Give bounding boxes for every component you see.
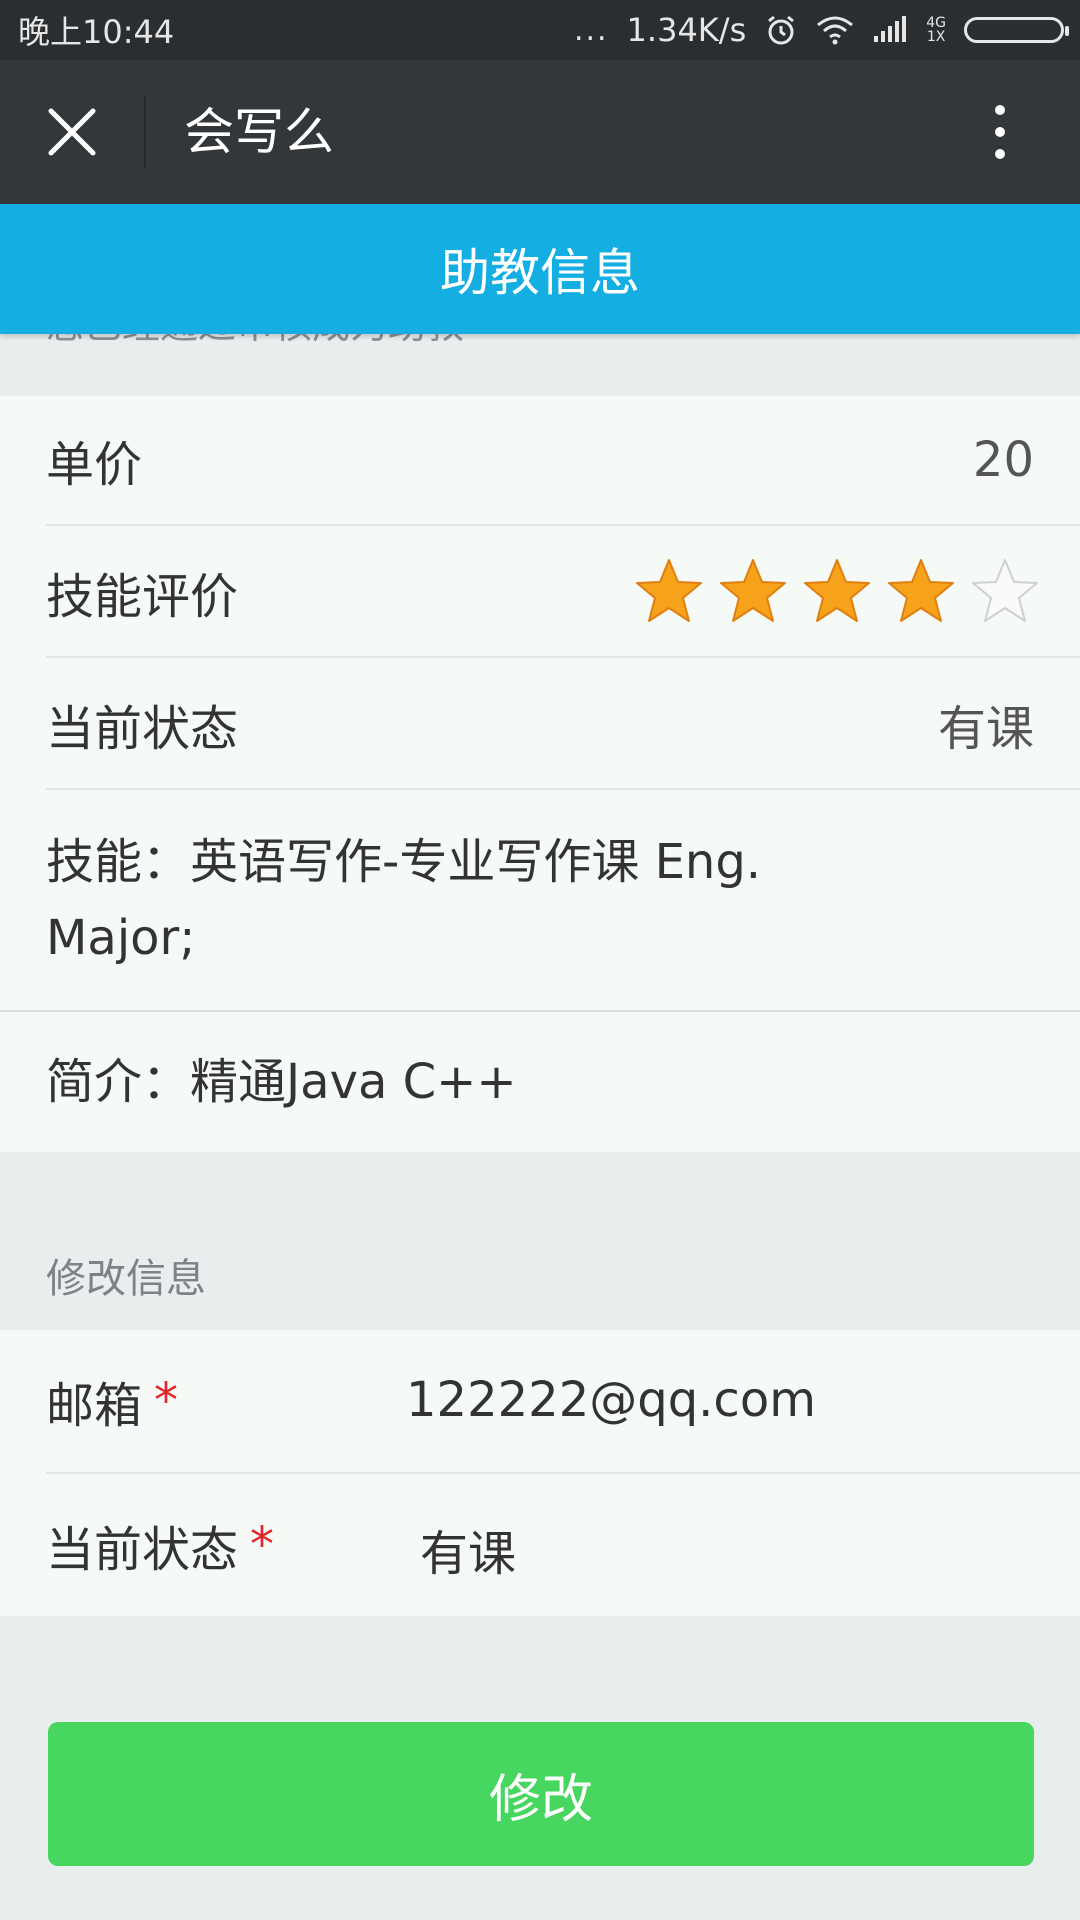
page-title: 助教信息 [0, 204, 1080, 334]
star-filled-icon [804, 559, 870, 622]
wifi-icon [816, 15, 854, 45]
edit-section-title: 修改信息 [46, 1256, 206, 1302]
network-type: 4G 1X [926, 15, 946, 45]
app-title: 会写么 [184, 103, 334, 161]
email-row: 邮箱 * [46, 1330, 1080, 1474]
battery-icon [964, 17, 1069, 43]
status-label: 当前状态 [46, 701, 239, 757]
rating-label: 技能评价 [46, 569, 239, 625]
submit-button[interactable]: 修改 [48, 1722, 1034, 1866]
star-filled-icon [888, 559, 954, 622]
notification-dots: ... [573, 12, 609, 48]
status-form-label: 当前状态 [46, 1522, 239, 1578]
required-mark: * [154, 1373, 179, 1429]
star-filled-icon [636, 559, 702, 622]
status-form-row: 当前状态 * 有课 [46, 1474, 1080, 1616]
alarm-icon [764, 13, 798, 47]
signal-icon [872, 16, 908, 44]
more-dot-icon [995, 149, 1005, 159]
close-button[interactable] [40, 104, 104, 160]
status-row: 当前状态 有课 [46, 660, 1080, 790]
price-value: 20 [972, 432, 1034, 488]
network-speed: 1.34K/s [626, 11, 747, 49]
title-divider [144, 96, 146, 168]
email-field[interactable] [406, 1370, 1026, 1430]
skills-text: 技能：英语写作-专业写作课 Eng. Major; [46, 834, 762, 966]
required-mark: * [250, 1517, 275, 1573]
star-filled-icon [720, 559, 786, 622]
edit-form: 邮箱 * 当前状态 * 有课 [0, 1330, 1080, 1616]
more-menu-button[interactable] [980, 96, 1020, 168]
more-dot-icon [995, 105, 1005, 115]
close-icon [48, 108, 96, 156]
assistant-info-card: 单价 20 技能评价 当前状态 有课 技能：英语写作-专业写作课 Eng. Ma… [0, 396, 1080, 1012]
status-time: 晚上10:44 [18, 13, 175, 51]
intro-text: 简介：精通Java C++ [46, 1054, 517, 1110]
email-label: 邮箱 [46, 1378, 143, 1434]
price-row: 单价 20 [46, 396, 1080, 526]
status-select[interactable]: 有课 [420, 1514, 720, 1582]
rating-stars [634, 557, 1040, 627]
price-label: 单价 [46, 437, 143, 493]
intro-card: 简介：精通Java C++ [0, 1012, 1080, 1152]
status-icons: ... 1.34K/s 4G 1X [573, 11, 1069, 49]
star-empty-icon [972, 559, 1038, 622]
title-bar: 会写么 [0, 60, 1080, 204]
rating-row: 技能评价 [46, 528, 1080, 658]
status-bar: 晚上10:44 ... 1.34K/s 4G 1X [0, 0, 1080, 60]
status-value: 有课 [937, 701, 1034, 757]
more-dot-icon [995, 127, 1005, 137]
